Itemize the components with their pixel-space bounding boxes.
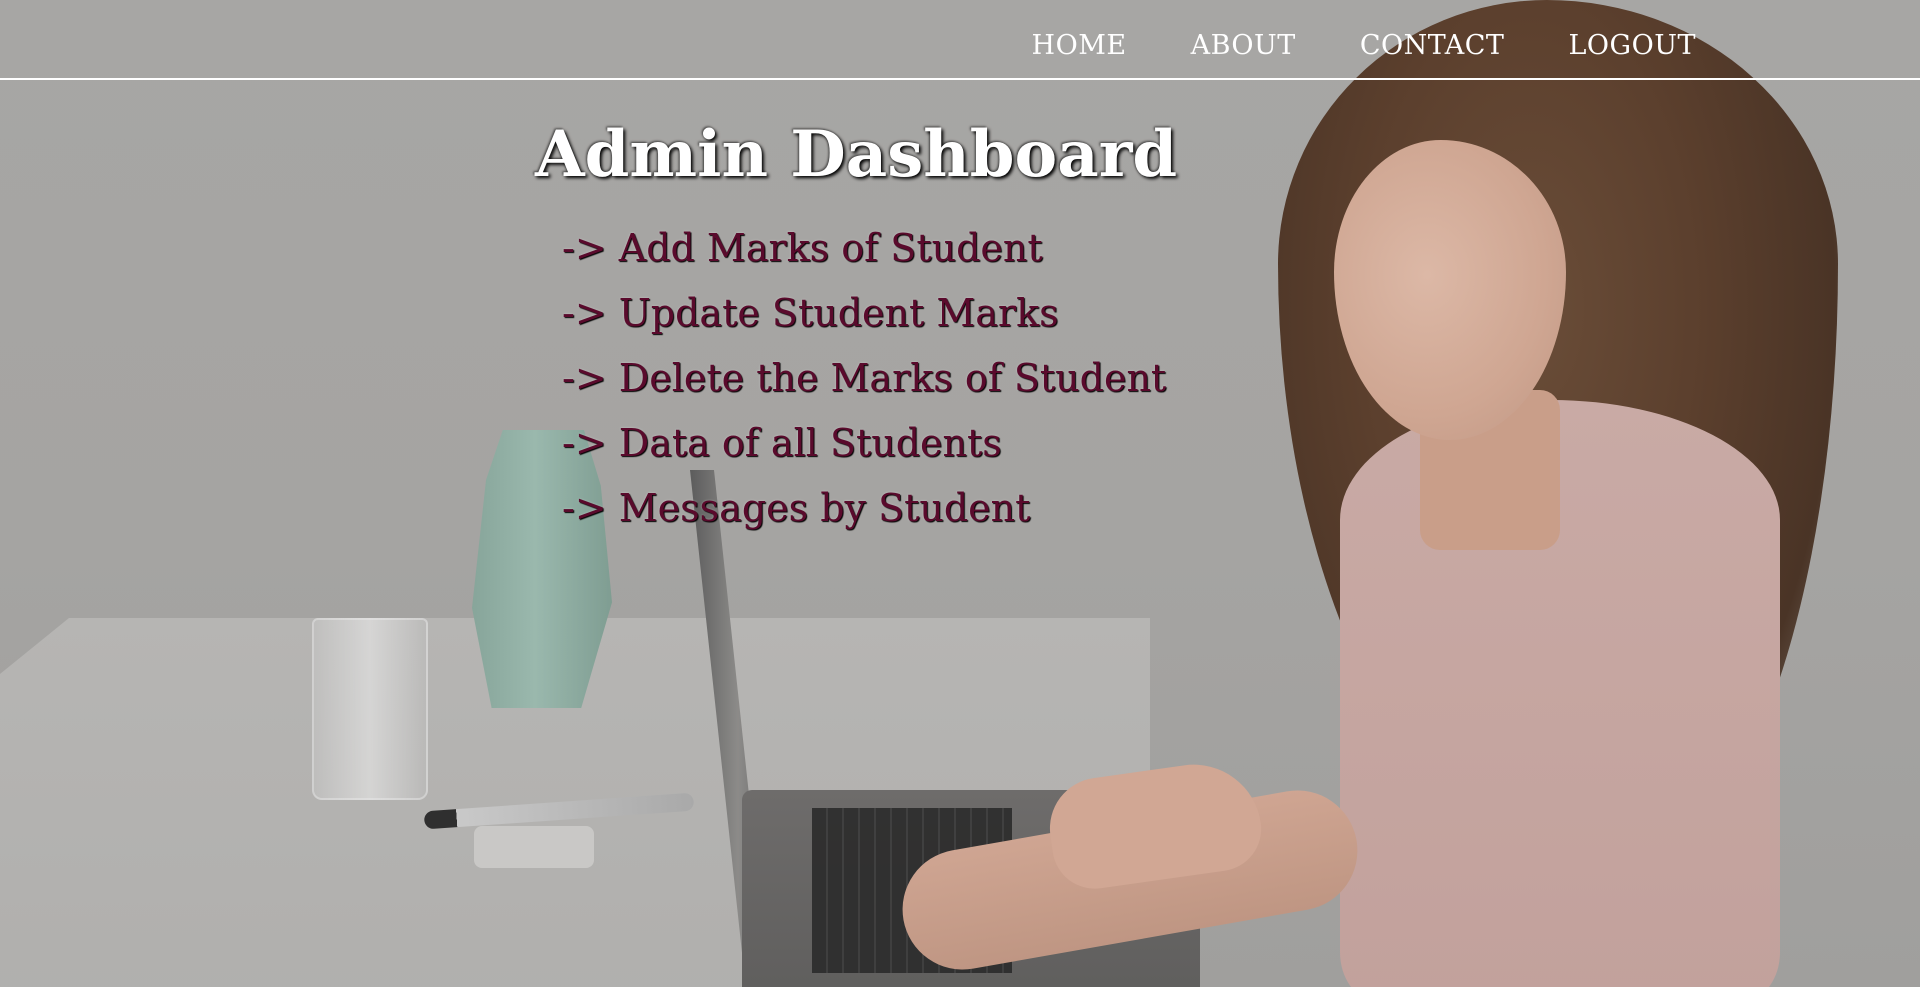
menu-link-student-data[interactable]: -> Data of all Students xyxy=(562,411,1166,476)
nav-links: HOME ABOUT CONTACT LOGOUT xyxy=(1032,28,1696,64)
menu-link-update-marks[interactable]: -> Update Student Marks xyxy=(562,281,1166,346)
menu-link-add-marks[interactable]: -> Add Marks of Student xyxy=(562,216,1166,281)
menu-item-student-data: -> Data of all Students xyxy=(562,411,1166,476)
eraser xyxy=(474,826,594,868)
nav-link-logout[interactable]: LOGOUT xyxy=(1568,28,1696,64)
page-title: Admin Dashboard xyxy=(535,117,1178,192)
nav-item-about: ABOUT xyxy=(1191,28,1296,64)
nav-item-logout: LOGOUT xyxy=(1568,28,1696,64)
menu-item-delete-marks: -> Delete the Marks of Student xyxy=(562,346,1166,411)
top-navbar: HOME ABOUT CONTACT LOGOUT xyxy=(0,0,1920,80)
menu-item-messages: -> Messages by Student xyxy=(562,476,1166,541)
nav-link-home[interactable]: HOME xyxy=(1032,28,1127,64)
menu-link-delete-marks[interactable]: -> Delete the Marks of Student xyxy=(562,346,1166,411)
dashboard-menu: -> Add Marks of Student -> Update Studen… xyxy=(562,216,1166,541)
nav-item-home: HOME xyxy=(1032,28,1127,64)
water-glass xyxy=(312,618,428,800)
woman-shirt xyxy=(1340,400,1780,987)
nav-link-about[interactable]: ABOUT xyxy=(1191,28,1296,64)
menu-link-messages[interactable]: -> Messages by Student xyxy=(562,476,1166,541)
menu-item-update-marks: -> Update Student Marks xyxy=(562,281,1166,346)
menu-item-add-marks: -> Add Marks of Student xyxy=(562,216,1166,281)
nav-item-contact: CONTACT xyxy=(1360,28,1505,64)
nav-link-contact[interactable]: CONTACT xyxy=(1360,28,1505,64)
